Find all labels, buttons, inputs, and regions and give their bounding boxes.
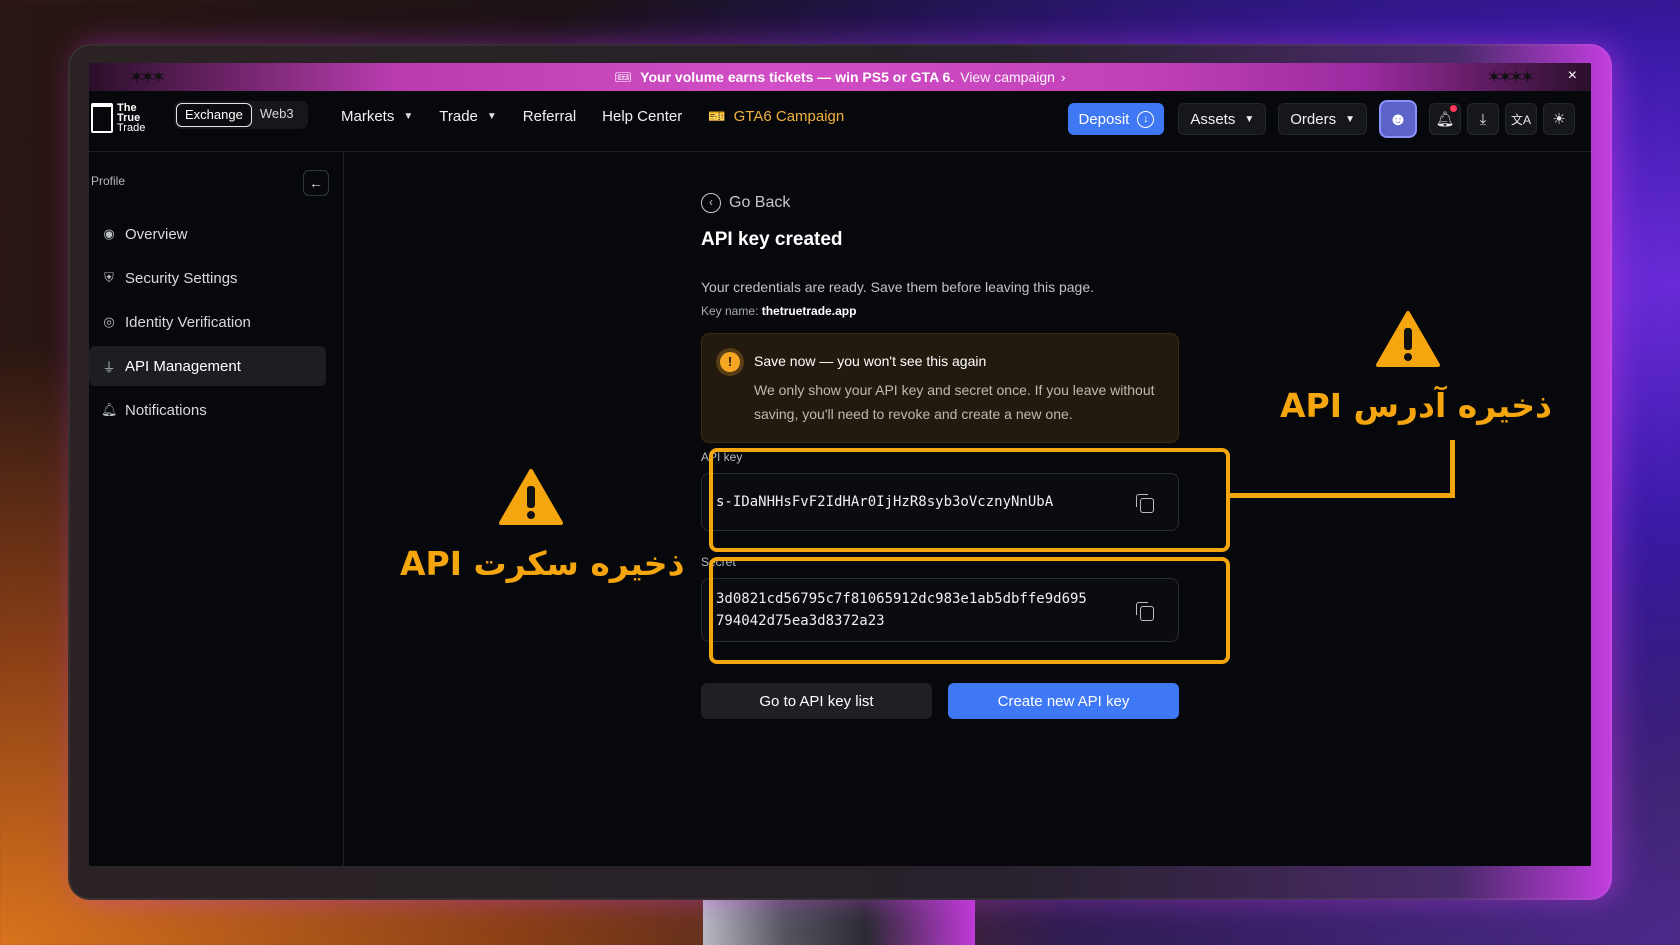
notification-dot (1450, 105, 1457, 112)
palm-decoration: ✶✶✶ (129, 67, 166, 87)
sidebar-item-api-management[interactable]: ⏚ API Management (89, 346, 326, 386)
sidebar-item-label: Security Settings (125, 269, 238, 287)
go-to-api-key-list-button[interactable]: Go to API key list (701, 683, 932, 719)
main-nav: Markets ▼ Trade ▼ Referral Help Center 🎫… (341, 91, 870, 141)
sidebar-title: Profile (91, 174, 126, 188)
fingerprint-icon: ◎ (103, 314, 115, 329)
orders-label: Orders (1290, 110, 1337, 128)
chevron-right-icon: › (1060, 69, 1066, 85)
page-description: Your credentials are ready. Save them be… (701, 279, 1095, 295)
theme-toggle-button[interactable]: ☀ (1543, 103, 1575, 135)
go-back-label: Go Back (729, 194, 791, 211)
key-name-value: thetruetrade.app (761, 304, 857, 318)
ticket-icon: 🎟 (614, 68, 633, 85)
nav-label: Trade (439, 107, 478, 125)
translate-icon: 文A (1510, 112, 1531, 127)
warning-circle-icon: ! (720, 352, 740, 372)
user-circle-icon: ◉ (103, 226, 115, 241)
deposit-label: Deposit (1078, 110, 1130, 128)
bell-icon: 🔔︎ (1435, 111, 1455, 128)
secret-highlight (709, 557, 1230, 664)
monitor-stand (703, 895, 975, 945)
nav-label: Referral (522, 107, 577, 125)
sidebar-item-label: Identity Verification (125, 313, 251, 331)
create-new-api-key-button[interactable]: Create new API key (948, 683, 1179, 719)
close-icon[interactable]: × (1568, 67, 1577, 85)
chevron-down-icon: ▼ (1345, 113, 1355, 125)
sun-icon: ☀ (1552, 111, 1566, 128)
plug-icon: ⏚ (102, 359, 116, 375)
sidebar-item-identity[interactable]: ◎ Identity Verification (89, 302, 326, 342)
nav-label: Help Center (602, 107, 683, 125)
chevron-down-icon: ▼ (403, 110, 414, 122)
top-header: The True Trade Exchange Web3 Markets ▼ T… (89, 91, 1591, 152)
warning-triangle-icon (1376, 311, 1440, 367)
ticket-icon: 🎫 (708, 107, 726, 124)
palm-decoration: ✶✶✶✶ (1486, 67, 1535, 87)
download-circle-icon: ↓ (1137, 110, 1155, 128)
save-warning-box: ! Save now — you won't see this again We… (701, 333, 1179, 443)
bell-icon: 🔔︎ (101, 402, 118, 417)
nav-trade[interactable]: Trade ▼ (439, 108, 497, 125)
warning-title: Save now — you won't see this again (754, 353, 987, 369)
arrow-left-circle-icon: ‹ (701, 193, 721, 213)
key-name-row: Key name: thetruetrade.app (701, 304, 856, 318)
sidebar-item-label: Notifications (125, 401, 207, 419)
annotation-connector (1450, 440, 1455, 498)
language-button[interactable]: 文A (1505, 103, 1537, 135)
sidebar-item-label: API Management (125, 357, 241, 375)
logo-mark-icon (91, 103, 113, 133)
deposit-button[interactable]: Deposit ↓ (1068, 103, 1165, 135)
switch-exchange[interactable]: Exchange (176, 103, 252, 127)
chevron-down-icon: ▼ (1244, 113, 1255, 125)
sidebar-item-overview[interactable]: ◉ Overview (89, 214, 326, 254)
nav-markets[interactable]: Markets ▼ (341, 108, 413, 125)
page-title: API key created (701, 229, 843, 250)
arrow-left-icon: ← (309, 175, 323, 191)
logo-text: Trade (117, 122, 146, 134)
shield-icon: ⛨ (104, 270, 114, 285)
assets-label: Assets (1190, 110, 1236, 128)
nav-label: GTA6 Campaign (733, 107, 845, 125)
exchange-web3-switch: Exchange Web3 (174, 101, 308, 129)
header-tools: Deposit ↓ Assets ▼ Orders ▼ ☻ 🔔︎ ⤓ 文A ☀ (1068, 100, 1581, 138)
promo-banner: ✶✶✶ ✶✶✶✶ 🎟 Your volume earns tickets — w… (89, 63, 1591, 91)
nav-referral[interactable]: Referral (523, 108, 576, 125)
switch-web3[interactable]: Web3 (252, 103, 302, 127)
warning-triangle-icon (499, 469, 563, 525)
robot-avatar-icon[interactable]: ☻ (1379, 100, 1417, 138)
notification-bell-button[interactable]: 🔔︎ (1429, 103, 1461, 135)
api-key-highlight (709, 448, 1230, 552)
profile-sidebar: Profile ← ◉ Overview ⛨ Security Settings… (89, 152, 344, 866)
annotation-connector (1230, 493, 1455, 498)
nav-label: Markets (341, 107, 395, 125)
orders-dropdown[interactable]: Orders ▼ (1278, 103, 1367, 135)
collapse-sidebar-button[interactable]: ← (303, 170, 329, 196)
save-api-secret-annotation: ذخیره سکرت API (400, 544, 685, 583)
download-icon: ⤓ (1479, 110, 1487, 128)
chevron-down-icon: ▼ (486, 110, 497, 122)
go-back-link[interactable]: ‹ Go Back (701, 193, 790, 213)
sidebar-item-security[interactable]: ⛨ Security Settings (89, 258, 326, 298)
view-campaign-link[interactable]: View campaign (960, 69, 1055, 85)
key-name-label: Key name: (701, 304, 759, 318)
sidebar-item-label: Overview (125, 225, 188, 243)
nav-help-center[interactable]: Help Center (602, 108, 682, 125)
logo[interactable]: The True Trade (91, 103, 146, 134)
warning-body: We only show your API key and secret onc… (754, 382, 1155, 422)
banner-text: Your volume earns tickets — win PS5 or G… (640, 69, 955, 85)
sidebar-item-notifications[interactable]: 🔔︎ Notifications (89, 390, 326, 430)
save-api-address-annotation: ذخیره آدرس API (1280, 386, 1552, 425)
assets-dropdown[interactable]: Assets ▼ (1178, 103, 1267, 135)
download-button[interactable]: ⤓ (1467, 103, 1499, 135)
nav-gta6-campaign[interactable]: 🎫 GTA6 Campaign (708, 108, 844, 125)
